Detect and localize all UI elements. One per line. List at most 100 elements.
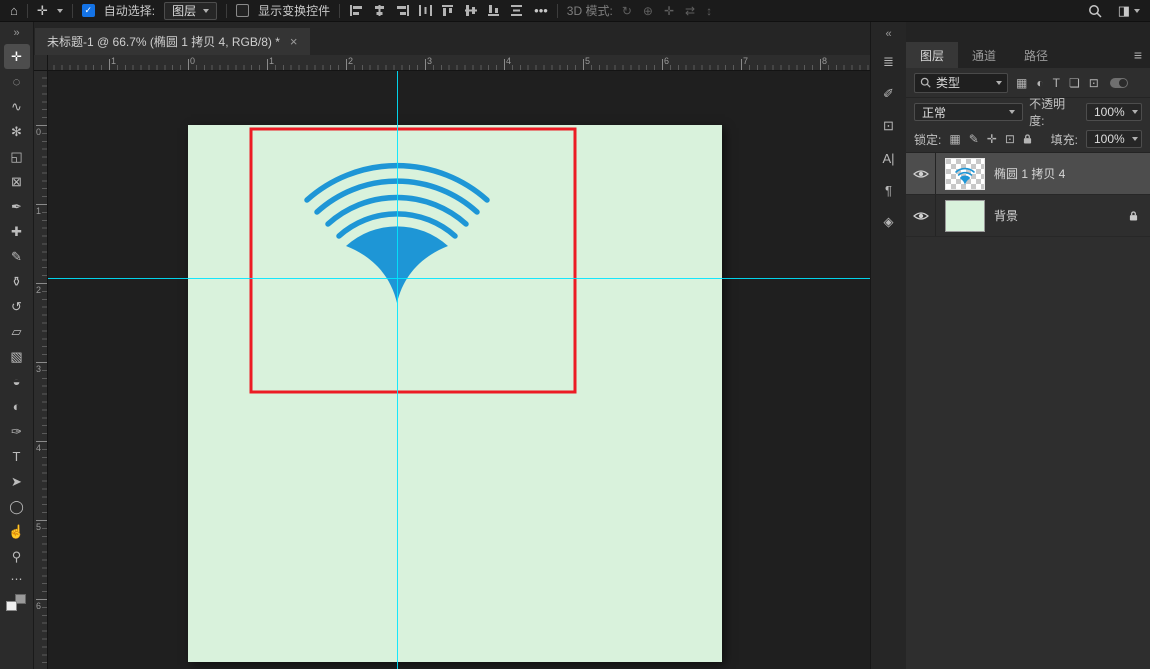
ruler-number: 2 [348,57,353,66]
layer-kind-filter-dropdown[interactable]: 类型 [914,73,1008,93]
marquee-tool[interactable]: ◌ [0,69,34,94]
guide-vertical[interactable] [397,71,398,669]
3d-panel-icon[interactable]: ◈ [871,206,907,238]
distribute-vertical-icon[interactable] [510,4,525,17]
distribute-horizontal-icon[interactable] [418,4,433,17]
canvas-area[interactable]: 1 0 1 2 3 4 5 6 7 8 0 1 2 3 4 5 6 [34,55,870,669]
move-tool[interactable]: ✛ [4,44,30,69]
blur-tool[interactable]: ◒ [0,369,34,394]
zoom-tool[interactable]: ⚲ [0,544,34,569]
zoom-tool-icon: ⚲ [12,549,22,565]
brushes-panel-icon[interactable]: ✐ [871,78,907,110]
lock-artboard-icon[interactable]: ⊡ [1005,132,1015,146]
visibility-cell[interactable] [906,153,936,194]
more-options-icon[interactable]: ••• [534,4,548,17]
foreground-background-swatches[interactable] [6,594,28,614]
eye-icon[interactable] [913,210,929,222]
home-icon[interactable]: ⌂ [10,4,18,17]
filter-pixel-layers-icon[interactable]: ▦ [1016,76,1027,90]
workspace-switcher[interactable]: ◨ [1118,4,1140,17]
filter-toggle-switch[interactable] [1110,78,1128,88]
3d-roll-icon[interactable]: ⊕ [643,4,653,18]
paragraph-panel-icon[interactable]: ¶ [871,174,907,206]
ruler-number: 5 [36,523,41,532]
move-tool-preset-icon[interactable]: ✛ [37,4,48,17]
chevron-down-icon[interactable] [57,9,63,13]
frame-tool[interactable]: ⊠ [0,169,34,194]
eye-icon[interactable] [913,168,929,180]
visibility-cell[interactable] [906,195,936,236]
search-icon[interactable] [1088,4,1102,18]
document-canvas[interactable] [188,125,722,662]
auto-select-checkbox[interactable]: ✓ [82,4,95,17]
align-bottom-icon[interactable] [487,4,502,17]
lock-position-icon[interactable]: ✛ [987,132,997,146]
character-panel-icon[interactable]: A| [871,142,907,174]
pen-tool-icon: ✑ [11,424,22,440]
eraser-tool[interactable]: ▱ [0,319,34,344]
panel-menu-icon[interactable]: ≡ [1134,42,1142,68]
opacity-dropdown[interactable]: 100% [1086,103,1142,121]
toolbar-collapse-icon[interactable]: » [13,22,19,44]
pen-tool[interactable]: ✑ [0,419,34,444]
3d-pan-icon[interactable]: ✛ [664,4,674,18]
brush-settings-panel-icon[interactable]: ≣ [871,46,907,78]
gradient-tool[interactable]: ▧ [0,344,34,369]
align-right-icon[interactable] [395,4,410,17]
guide-horizontal[interactable] [48,278,870,279]
tab-channels[interactable]: 通道 [958,42,1010,68]
eyedropper-tool[interactable]: ✒ [0,194,34,219]
filter-type-layers-icon[interactable]: T [1053,76,1060,90]
ruler-vertical[interactable]: 0 1 2 3 4 5 6 [34,71,48,669]
tab-layers[interactable]: 图层 [906,42,958,68]
3d-orbit-icon[interactable]: ↻ [622,4,632,18]
document-tab[interactable]: 未标题-1 @ 66.7% (椭圆 1 拷贝 4, RGB/8) * × [35,28,310,55]
show-transform-checkbox[interactable] [236,4,249,17]
align-left-icon[interactable] [349,4,364,17]
shape-tool[interactable]: ◯ [0,494,34,519]
layer-name[interactable]: 背景 [994,207,1018,224]
filter-shape-layers-icon[interactable]: ❏ [1069,76,1080,90]
auto-select-target-dropdown[interactable]: 图层 [164,2,217,20]
ruler-origin-corner[interactable] [34,55,48,71]
ruler-number: 6 [664,57,669,66]
lock-transparency-icon[interactable]: ▦ [949,132,960,146]
edit-toolbar-icon[interactable]: ⋯ [11,572,23,586]
quick-selection-tool[interactable]: ✻ [0,119,34,144]
lock-pixels-icon[interactable]: ✎ [969,132,979,146]
layer-row-background[interactable]: 背景 [906,195,1150,237]
brush-tool[interactable]: ✎ [0,244,34,269]
filter-smart-objects-icon[interactable]: ⊡ [1089,76,1099,90]
tab-close-icon[interactable]: × [290,34,298,49]
foreground-color-swatch[interactable] [6,601,17,611]
3d-slide-icon[interactable]: ⇄ [685,4,695,18]
clone-source-panel-icon[interactable]: ⊡ [871,110,907,142]
blend-mode-dropdown[interactable]: 正常 [914,103,1023,121]
align-middle-icon[interactable] [464,4,479,17]
panel-icon-strip: « ≣ ✐ ⊡ A| ¶ ◈ [870,22,906,669]
healing-brush-tool[interactable]: ✚ [0,219,34,244]
path-selection-tool[interactable]: ➤ [0,469,34,494]
history-brush-tool[interactable]: ↺ [0,294,34,319]
tab-paths[interactable]: 路径 [1010,42,1062,68]
3d-scale-icon[interactable]: ↕ [706,4,712,18]
lasso-tool[interactable]: ∿ [0,94,34,119]
auto-select-label: 自动选择: [104,2,155,19]
fill-dropdown[interactable]: 100% [1086,130,1142,148]
layer-name[interactable]: 椭圆 1 拷贝 4 [994,165,1065,182]
lock-all-icon[interactable] [1023,133,1032,145]
align-center-horizontal-icon[interactable] [372,4,387,17]
type-tool[interactable]: T [0,444,34,469]
layer-row-ellipse-copy[interactable]: 椭圆 1 拷贝 4 [906,153,1150,195]
layers-filter-row: 类型 ▦ ◐ T ❏ ⊡ [906,68,1150,98]
filter-adjustment-layers-icon[interactable]: ◐ [1036,76,1043,90]
dodge-tool[interactable]: ◐ [0,394,34,419]
layer-thumbnail[interactable] [945,158,985,190]
align-top-icon[interactable] [441,4,456,17]
hand-tool[interactable]: ☝ [0,519,34,544]
crop-tool[interactable]: ◱ [0,144,34,169]
ruler-horizontal[interactable]: 1 0 1 2 3 4 5 6 7 8 [48,55,870,71]
layer-thumbnail[interactable] [945,200,985,232]
clone-stamp-tool[interactable]: ⚱ [0,269,34,294]
panels-collapse-icon[interactable]: « [885,22,891,46]
